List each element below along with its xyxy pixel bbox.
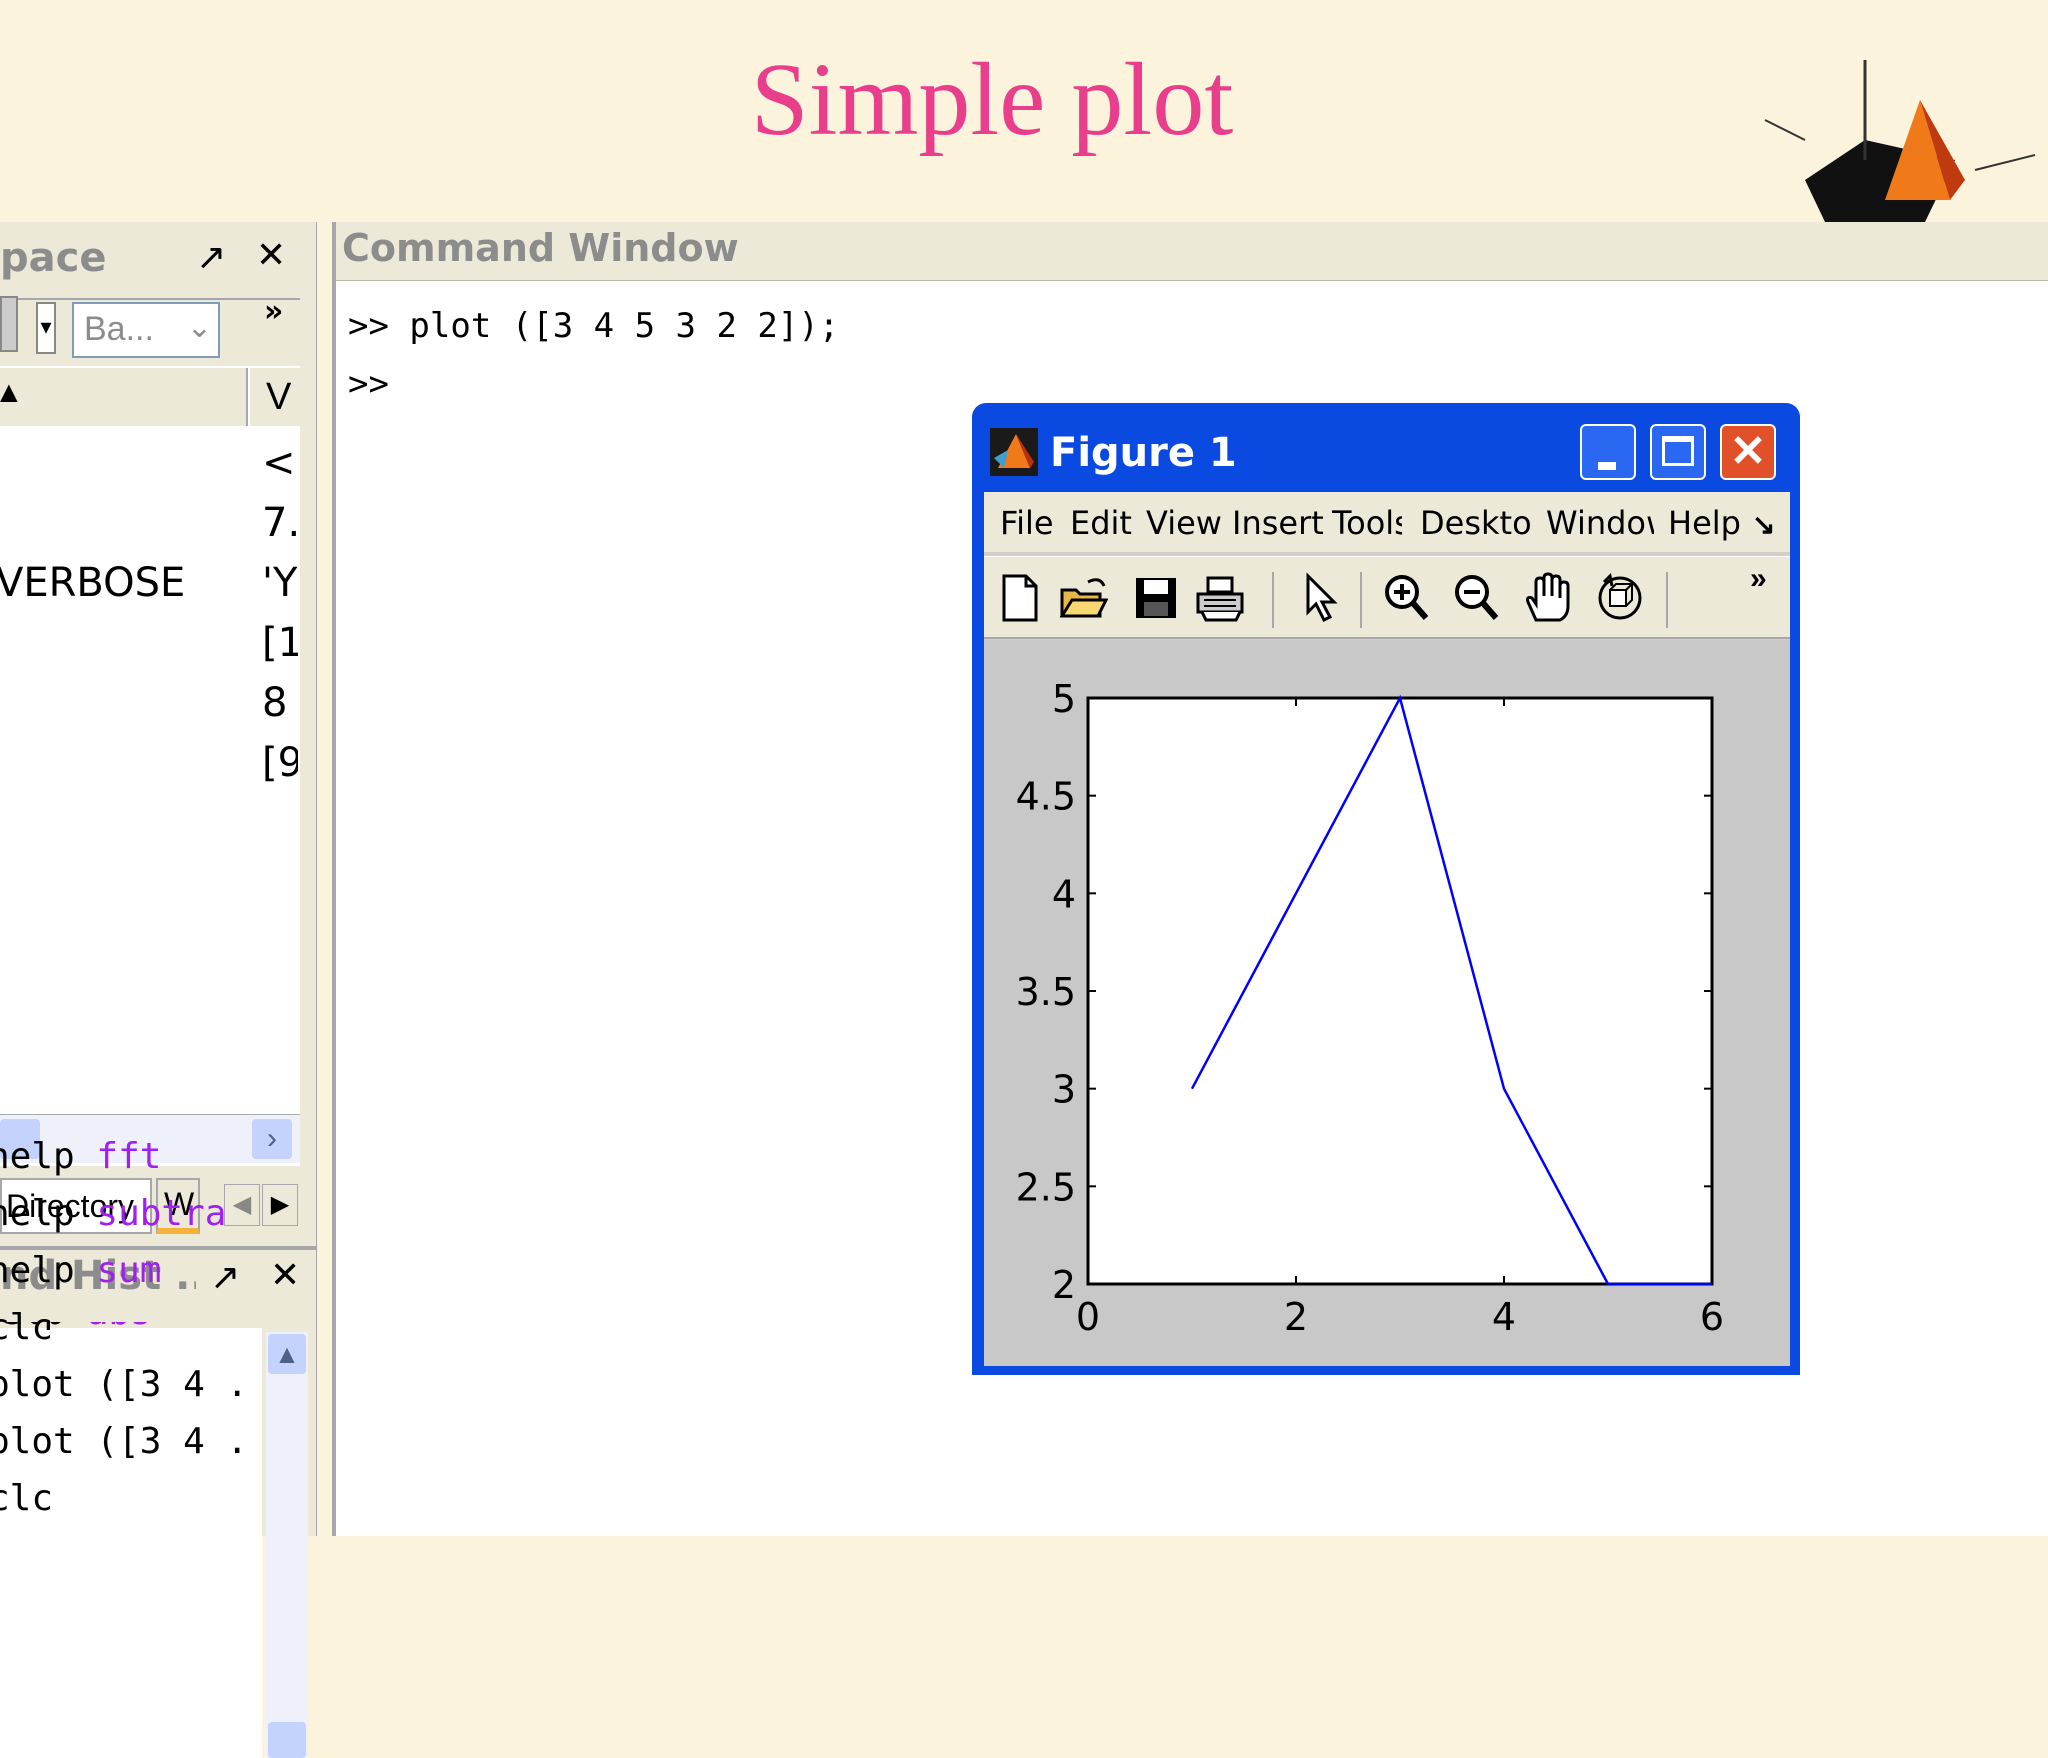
command-prompt[interactable]: >> — [348, 364, 389, 404]
x-tick-label: 6 — [1700, 1295, 1724, 1339]
y-tick-label: 5 — [1052, 677, 1076, 721]
history-entry-command: help — [0, 1250, 75, 1291]
workspace-row-value: 'Y — [262, 560, 298, 606]
history-entry-argument: subtra — [96, 1193, 226, 1234]
menu-desktop[interactable]: Desktop — [1420, 504, 1530, 542]
command-window-title: Command Window — [342, 226, 739, 270]
history-entry-command: plot ([3 4 . — [0, 1421, 248, 1462]
zoom-in-icon[interactable] — [1382, 572, 1430, 624]
stack-combo-value: Ba... — [84, 310, 154, 349]
menu-insert[interactable]: Insert — [1232, 504, 1324, 542]
y-tick-label: 3.5 — [1016, 970, 1076, 1014]
menu-edit[interactable]: Edit — [1070, 504, 1132, 542]
history-entry-command: help — [0, 1136, 75, 1177]
history-vertical-scrollbar[interactable]: ▲ — [266, 1332, 308, 1758]
figure-title: Figure 1 — [1050, 430, 1237, 476]
menu-file[interactable]: File — [1000, 504, 1054, 542]
history-entry[interactable]: help fft — [0, 1136, 260, 1177]
column-header-name[interactable]: ▲ — [0, 368, 248, 426]
column-header-value[interactable]: V — [250, 368, 300, 426]
stack-combo[interactable]: Ba... ⌄ — [72, 302, 220, 358]
history-entry-command: plot ([3 4 . — [0, 1364, 248, 1405]
undock-icon[interactable]: ↗ — [196, 238, 226, 278]
history-entry[interactable]: help subtra — [0, 1193, 260, 1234]
minimize-icon — [1598, 462, 1616, 470]
maximize-button[interactable] — [1650, 424, 1706, 480]
column-header-value-label: V — [266, 376, 291, 419]
workspace-panel: pace ↗ ✕ ▾ Ba... ⌄ » ▲ V <5 7. VERBOSE 'Y [1… — [0, 222, 317, 1536]
chevron-down-icon: ⌄ — [187, 310, 212, 345]
y-tick-label: 3 — [1052, 1068, 1076, 1112]
y-tick-label: 2.5 — [1016, 1165, 1076, 1209]
x-tick-label: 2 — [1284, 1295, 1308, 1339]
zoom-out-icon[interactable] — [1452, 572, 1500, 624]
menu-overflow-icon[interactable]: ↘ — [1752, 508, 1775, 541]
history-entry[interactable]: plot ([3 4 . — [0, 1364, 260, 1405]
workspace-title: pace — [0, 234, 190, 282]
menu-tools[interactable]: Tools — [1332, 504, 1402, 542]
scroll-up-icon[interactable]: ▲ — [268, 1334, 306, 1374]
workspace-row-value: <5 — [262, 440, 298, 486]
workspace-row-value: 8 — [262, 680, 298, 726]
matlab-app-icon — [990, 428, 1038, 476]
sort-arrow-icon: ▲ — [0, 376, 24, 410]
workspace-toolbar-button[interactable] — [0, 296, 18, 352]
rotate-3d-icon[interactable] — [1596, 572, 1644, 624]
history-entry[interactable]: clc — [0, 1307, 260, 1348]
tab-scroll-right-icon[interactable]: ▶ — [262, 1184, 298, 1226]
y-tick-label: 4 — [1052, 872, 1076, 916]
close-icon[interactable]: ✕ — [256, 236, 286, 276]
close-button[interactable]: ✕ — [1720, 424, 1776, 480]
maximize-icon — [1662, 436, 1694, 466]
workspace-row-name[interactable]: VERBOSE — [0, 560, 185, 606]
history-entry-command: help — [0, 1193, 75, 1234]
toolbar-overflow-icon[interactable]: » — [1750, 562, 1767, 596]
plot-axes-box — [1088, 698, 1712, 1284]
workspace-row-value: [1 — [262, 620, 298, 666]
y-tick-label: 2 — [1052, 1263, 1076, 1307]
history-entry-argument: fft — [96, 1136, 161, 1177]
open-folder-icon[interactable] — [1060, 572, 1108, 624]
history-entry[interactable]: plot ([3 4 . — [0, 1421, 260, 1462]
more-icon[interactable]: » — [264, 292, 283, 332]
workspace-row-value: 7. — [262, 500, 298, 546]
print-icon[interactable] — [1196, 572, 1244, 624]
history-entry[interactable]: clc — [0, 1478, 260, 1519]
matlab-logo-icon — [1745, 50, 2048, 222]
minimize-button[interactable] — [1580, 424, 1636, 480]
history-entry[interactable]: help sum — [0, 1250, 260, 1291]
workspace-row-value: [9 — [262, 740, 298, 786]
menu-view[interactable]: View — [1146, 504, 1222, 542]
history-scrollbar-thumb[interactable] — [268, 1722, 306, 1758]
new-file-icon[interactable] — [996, 572, 1044, 624]
slide-title: Simple plot — [0, 40, 1984, 159]
menu-help[interactable]: Help — [1668, 504, 1741, 542]
dropdown-arrow-icon[interactable]: ▾ — [36, 302, 56, 354]
history-entry-command: clc — [0, 1307, 53, 1348]
line-chart[interactable]: 22.533.544.550246 — [984, 640, 1790, 1366]
workspace-list — [0, 366, 300, 1166]
history-entry-argument: sum — [96, 1250, 161, 1291]
close-x-icon: ✕ — [1722, 426, 1774, 478]
history-entry-command: clc — [0, 1478, 53, 1519]
history-close-icon[interactable]: ✕ — [270, 1256, 300, 1296]
command-line-1: >> plot ([3 4 5 3 2 2]); — [348, 306, 839, 346]
x-tick-label: 0 — [1076, 1295, 1100, 1339]
y-tick-label: 4.5 — [1016, 775, 1076, 819]
save-icon[interactable] — [1132, 572, 1180, 624]
pointer-icon[interactable] — [1296, 572, 1344, 624]
pan-hand-icon[interactable] — [1522, 572, 1570, 624]
menu-window[interactable]: Window — [1546, 504, 1654, 542]
x-tick-label: 4 — [1492, 1295, 1516, 1339]
